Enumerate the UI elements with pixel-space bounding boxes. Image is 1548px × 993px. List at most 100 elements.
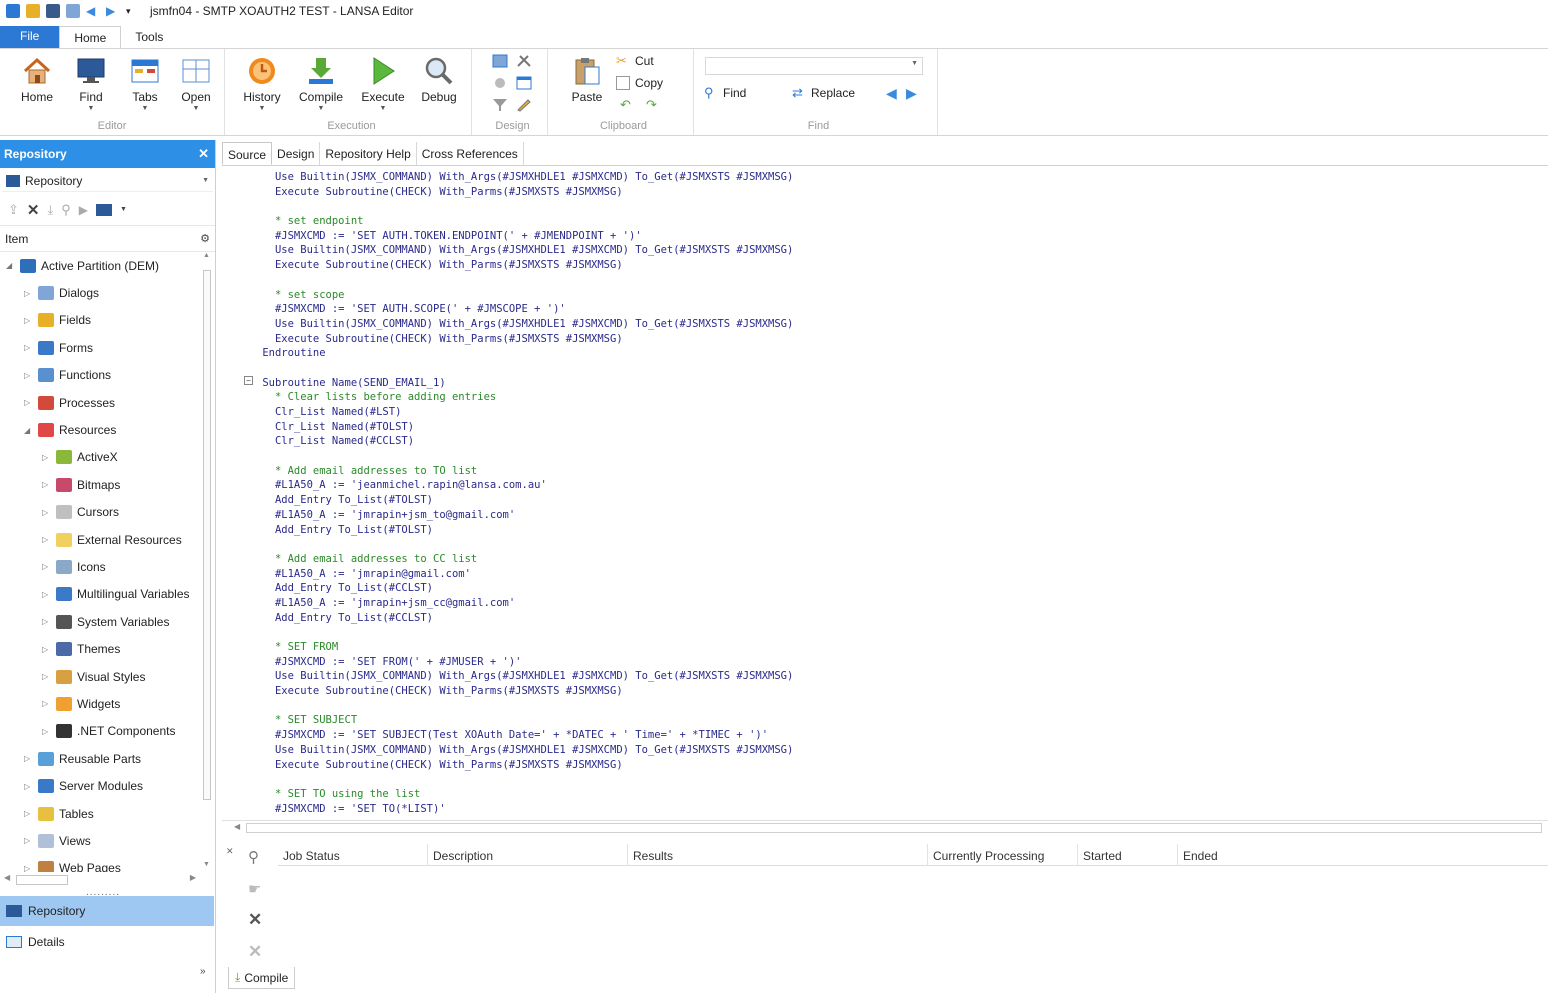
column-results[interactable]: Results (628, 844, 928, 865)
tree-node[interactable]: ▷ Forms (0, 334, 200, 361)
close-pane-icon[interactable]: ✕ (226, 846, 234, 857)
debug-button[interactable]: Debug (414, 53, 464, 104)
check-in-icon[interactable]: ⇪ (8, 202, 19, 218)
tree-node[interactable]: ▷ System Variables (0, 608, 200, 635)
expand-nav-icon[interactable]: » (200, 966, 206, 977)
open-button[interactable]: Open ▼ (171, 53, 221, 112)
column-ended[interactable]: Ended (1178, 844, 1538, 865)
design-tools-icon[interactable] (516, 54, 532, 68)
search-icon[interactable]: ⚲ (61, 202, 71, 218)
tree-node[interactable]: ▷ Visual Styles (0, 663, 200, 690)
tab-cross-references[interactable]: Cross References (417, 142, 524, 165)
delete-icon[interactable]: ✕ (248, 910, 262, 930)
collapsed-arrow-icon[interactable]: ▷ (24, 371, 34, 380)
cut-button[interactable]: ✂ Cut (616, 54, 654, 69)
scroll-thumb[interactable] (16, 875, 68, 885)
tree-horizontal-scrollbar[interactable]: ◀ ▶ (4, 873, 196, 887)
tab-file[interactable]: File (0, 26, 60, 48)
replace-button[interactable]: ⇄ Replace (792, 86, 855, 101)
collapsed-arrow-icon[interactable]: ▷ (42, 645, 52, 654)
expanded-arrow-icon[interactable]: ◢ (6, 261, 16, 270)
collapsed-arrow-icon[interactable]: ▷ (42, 617, 52, 626)
tree-node[interactable]: ▷ External Resources (0, 526, 200, 553)
code-horizontal-scrollbar[interactable]: ◀ (222, 820, 1548, 834)
design-link-icon[interactable] (492, 76, 508, 90)
scroll-up-icon[interactable]: ▲ (203, 252, 210, 259)
forward-arrow-icon[interactable]: ▶ (106, 4, 120, 18)
back-arrow-icon[interactable]: ◀ (86, 4, 100, 18)
tree-node[interactable]: ▷ Multilingual Variables (0, 581, 200, 608)
tabs-button[interactable]: Tabs ▼ (120, 53, 170, 112)
save-icon[interactable] (46, 4, 60, 18)
tree-node[interactable]: ▷ Cursors (0, 499, 200, 526)
tree-node[interactable]: ▷ Bitmaps (0, 471, 200, 498)
scroll-thumb[interactable] (203, 270, 211, 800)
tab-design[interactable]: Design (272, 142, 321, 165)
customize-toolbar-icon[interactable]: ▾ (126, 4, 140, 18)
tree-node[interactable]: ▷ Tables (0, 800, 200, 827)
find-button[interactable]: ⚲ Find (704, 86, 746, 101)
design-pencil-icon[interactable] (516, 98, 532, 112)
scroll-left-icon[interactable]: ◀ (234, 822, 240, 831)
fold-toggle-icon[interactable]: − (244, 376, 253, 385)
find-search-box[interactable]: ▼ (705, 57, 923, 75)
copy-button[interactable]: Copy (616, 76, 663, 90)
tree-node[interactable]: ◢ Active Partition (DEM) (0, 252, 200, 279)
tree-node[interactable]: ◢ Resources (0, 416, 200, 443)
tree-node[interactable]: ▷ Functions (0, 362, 200, 389)
thumb-icon[interactable]: ☛ (248, 880, 261, 898)
tree-node[interactable]: ▷ Icons (0, 553, 200, 580)
chevron-down-icon[interactable]: ▼ (120, 206, 127, 213)
close-icon[interactable]: ✕ (198, 146, 209, 162)
delete-all-icon[interactable]: ✕ (248, 942, 262, 962)
compile-output-tab[interactable]: ⤓ Compile (228, 967, 296, 989)
collapsed-arrow-icon[interactable]: ▷ (42, 453, 52, 462)
tree-node[interactable]: ▷ Dialogs (0, 279, 200, 306)
find-next-icon[interactable]: ▶ (906, 85, 917, 102)
tree-node[interactable]: ▷ Server Modules (0, 772, 200, 799)
settings-icon[interactable]: ⚙ (200, 232, 210, 245)
collapsed-arrow-icon[interactable]: ▷ (42, 562, 52, 571)
undo-icon[interactable]: ↶ (620, 97, 631, 113)
find-editor-button[interactable]: Find ▼ (66, 53, 116, 112)
scroll-left-icon[interactable]: ◀ (4, 873, 10, 882)
find-previous-icon[interactable]: ◀ (886, 85, 897, 102)
open-folder-icon[interactable] (26, 4, 40, 18)
collapsed-arrow-icon[interactable]: ▷ (42, 672, 52, 681)
expanded-arrow-icon[interactable]: ◢ (24, 426, 34, 435)
design-filter-icon[interactable] (492, 98, 508, 112)
tree-node[interactable]: ▷ Web Pages (0, 855, 200, 872)
collapsed-arrow-icon[interactable]: ▷ (24, 289, 34, 298)
scroll-right-icon[interactable]: ▶ (190, 873, 196, 882)
home-button[interactable]: Home (12, 53, 62, 104)
collapsed-arrow-icon[interactable]: ▷ (24, 836, 34, 845)
tree-node[interactable]: ▷ Themes (0, 635, 200, 662)
source-code-editor[interactable]: Use Builtin(JSMX_COMMAND) With_Args(#JSM… (222, 168, 1548, 818)
execute-button[interactable]: Execute ▼ (358, 53, 408, 112)
paste-button[interactable]: Paste (562, 53, 612, 104)
collapsed-arrow-icon[interactable]: ▷ (24, 754, 34, 763)
tab-source[interactable]: Source (222, 142, 273, 165)
compile-small-icon[interactable]: ⤓ (47, 202, 53, 218)
tab-tools[interactable]: Tools (121, 26, 177, 48)
nav-repository[interactable]: Repository (0, 896, 214, 926)
tree-node[interactable]: ▷ Processes (0, 389, 200, 416)
collapsed-arrow-icon[interactable]: ▷ (42, 590, 52, 599)
nav-details[interactable]: Details (0, 927, 214, 957)
tree-node[interactable]: ▷ .NET Components (0, 718, 200, 745)
scroll-thumb[interactable] (246, 823, 1542, 833)
tree-vertical-scrollbar[interactable]: ▲ ▼ (201, 252, 213, 868)
monitor-icon[interactable] (96, 203, 112, 216)
execute-small-icon[interactable]: ▶ (79, 203, 88, 217)
column-currently-processing[interactable]: Currently Processing (928, 844, 1078, 865)
collapsed-arrow-icon[interactable]: ▷ (42, 508, 52, 517)
collapsed-arrow-icon[interactable]: ▷ (24, 864, 34, 872)
collapsed-arrow-icon[interactable]: ▷ (24, 316, 34, 325)
tab-home[interactable]: Home (59, 26, 122, 48)
repository-selector[interactable]: Repository ▼ (2, 170, 213, 192)
collapsed-arrow-icon[interactable]: ▷ (24, 343, 34, 352)
column-started[interactable]: Started (1078, 844, 1178, 865)
collapsed-arrow-icon[interactable]: ▷ (42, 535, 52, 544)
tree-node[interactable]: ▷ ActiveX (0, 444, 200, 471)
column-description[interactable]: Description (428, 844, 628, 865)
